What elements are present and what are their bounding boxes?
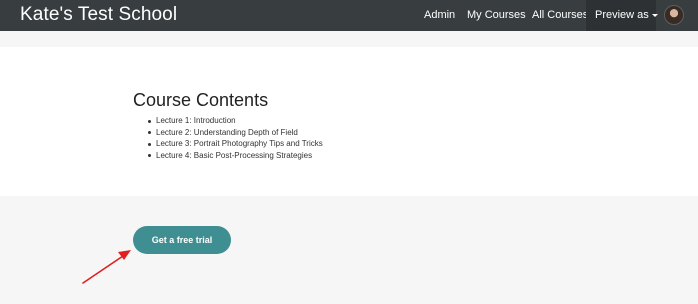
annotation-arrow-icon	[82, 250, 131, 284]
